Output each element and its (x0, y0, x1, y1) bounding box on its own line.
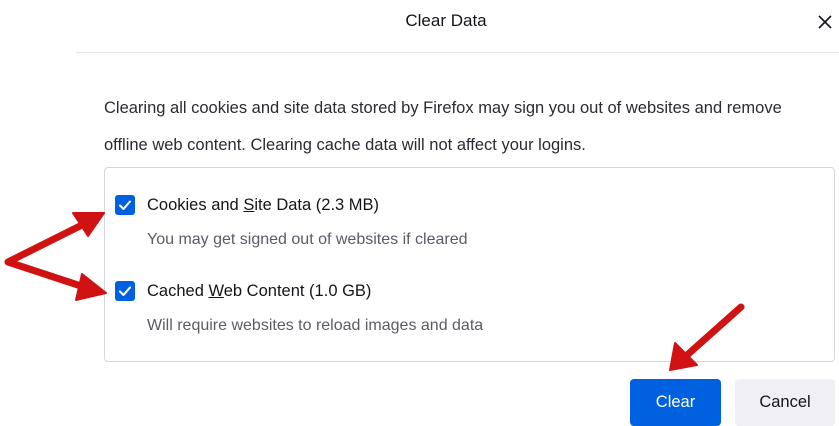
cancel-button[interactable]: Cancel (735, 379, 835, 426)
cookies-sublabel: You may get signed out of websites if cl… (147, 231, 468, 248)
cache-sublabel: Will require websites to reload images a… (147, 317, 484, 334)
cache-checkbox[interactable] (115, 281, 135, 301)
annotation-arrow-head-icon (72, 212, 105, 237)
cookies-label[interactable]: Cookies and Site Data (2.3 MB) (147, 196, 379, 215)
cookies-checkbox[interactable] (115, 195, 135, 215)
clear-button[interactable]: Clear (630, 379, 721, 426)
checkmark-icon (119, 200, 131, 210)
checkmark-icon (119, 286, 131, 296)
options-group: Cookies and Site Data (2.3 MB) You may g… (104, 167, 835, 362)
dialog-title: Clear Data (405, 11, 487, 30)
dialog-description: Clearing all cookies and site data store… (104, 99, 782, 154)
annotation-arrow-head-icon (75, 273, 107, 301)
close-button[interactable] (811, 8, 839, 36)
annotation-arrow-icon (4, 258, 88, 291)
cache-label[interactable]: Cached Web Content (1.0 GB) (147, 282, 371, 301)
annotation-arrow-icon (4, 220, 88, 266)
dialog-header: Clear Data (76, 0, 839, 53)
close-icon[interactable] (818, 15, 832, 29)
